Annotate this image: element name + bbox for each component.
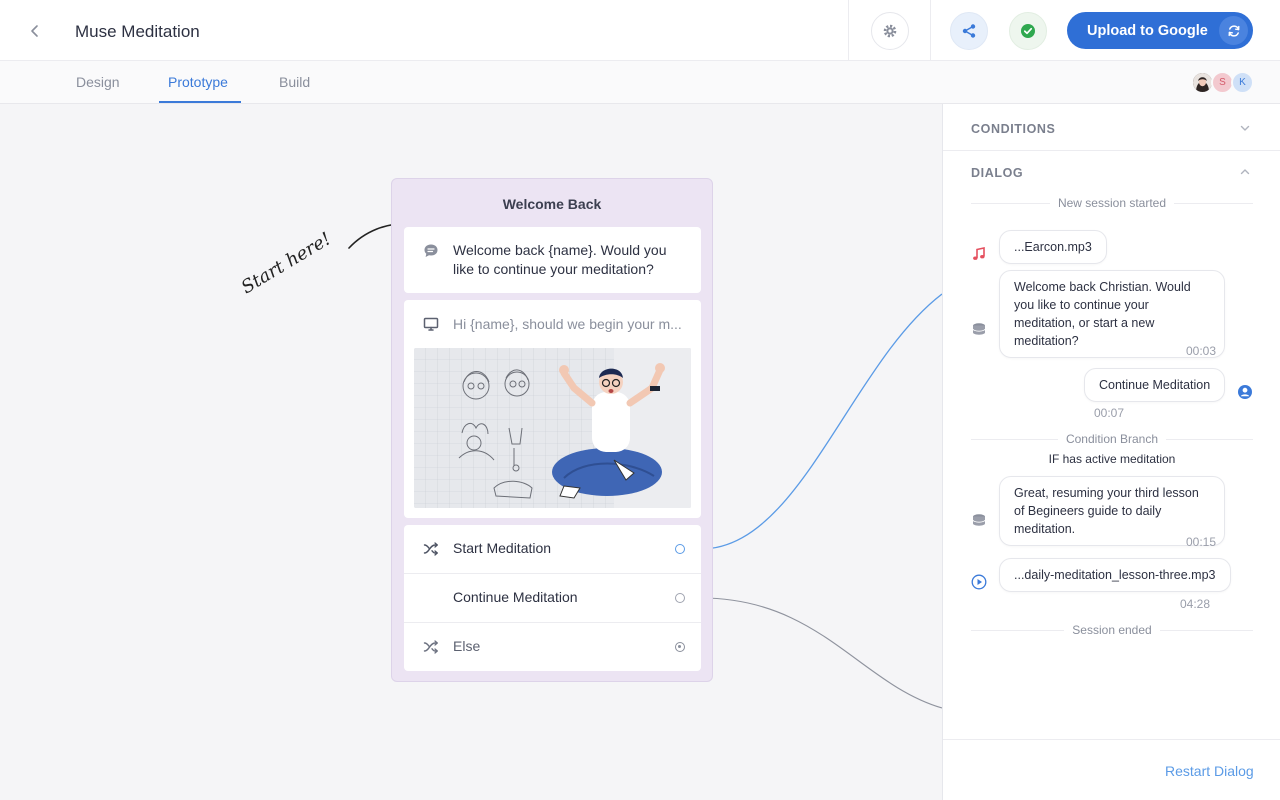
top-bar: Muse Meditation Upload to Google	[0, 0, 1280, 61]
session-ended-text: Session ended	[1064, 623, 1160, 637]
chevron-down-icon[interactable]	[1239, 122, 1251, 134]
chevron-up-icon[interactable]	[1239, 166, 1251, 178]
choice-label: Continue Meditation	[453, 589, 578, 605]
message-bubble[interactable]: ...daily-meditation_lesson-three.mp3	[999, 558, 1231, 592]
message-bubble[interactable]: ...Earcon.mp3	[999, 230, 1107, 264]
restart-dialog-button[interactable]: Restart Dialog	[1165, 763, 1254, 779]
visual-block[interactable]: Hi {name}, should we begin your m...	[404, 300, 701, 518]
share-button[interactable]	[950, 12, 988, 50]
choice-start-meditation[interactable]: Start Meditation	[404, 525, 701, 573]
avatar[interactable]: K	[1231, 71, 1254, 94]
back-button[interactable]	[26, 22, 44, 40]
choice-else[interactable]: Else	[404, 622, 701, 670]
speech-block[interactable]: Welcome back {name}. Would you like to c…	[404, 227, 701, 293]
user-photo-icon	[1193, 73, 1212, 92]
shuffle-icon	[423, 542, 438, 556]
user-message-bubble[interactable]: Continue Meditation	[1084, 368, 1226, 402]
speech-bubble-icon	[424, 244, 438, 257]
settings-button[interactable]	[871, 12, 909, 50]
conditions-section-title[interactable]: CONDITIONS	[971, 122, 1055, 136]
app-title: Muse Meditation	[75, 22, 200, 41]
user-icon	[1238, 385, 1252, 399]
chevron-left-icon	[31, 25, 38, 37]
dialog-panel: CONDITIONS DIALOG New session started ..…	[942, 104, 1280, 800]
tab-bar: Design Prototype Build S K	[0, 61, 1280, 104]
welcome-back-node[interactable]: Welcome Back Welcome back {name}. Would …	[391, 178, 713, 682]
meditation-illustration	[414, 348, 691, 508]
dialog-section-title[interactable]: DIALOG	[971, 166, 1023, 180]
flow-canvas[interactable]: Start here! Welcome Back Welcome back {n…	[0, 104, 942, 800]
divider	[848, 0, 849, 61]
message-time: 00:15	[1186, 535, 1217, 549]
wire-continue-meditation	[700, 597, 942, 709]
upload-label: Upload to Google	[1087, 22, 1208, 39]
active-tab-indicator	[159, 101, 241, 103]
connection-port[interactable]	[675, 642, 685, 652]
sync-icon	[1228, 24, 1239, 37]
speaker-icon	[972, 323, 986, 335]
session-started-text: New session started	[1049, 196, 1175, 210]
status-button[interactable]	[1009, 12, 1047, 50]
node-title: Welcome Back	[502, 196, 602, 212]
condition-branch-text: Condition Branch	[1057, 432, 1167, 446]
port-dot	[678, 645, 681, 648]
gear-icon	[883, 24, 897, 38]
music-note-icon	[973, 247, 985, 260]
display-text: Hi {name}, should we begin your m...	[453, 316, 682, 332]
monitor-icon	[423, 317, 439, 331]
speaker-icon	[972, 514, 986, 526]
annotation-text: Start here!	[238, 228, 335, 298]
wire-start-meditation	[700, 293, 942, 550]
choice-continue-meditation[interactable]: Continue Meditation	[404, 573, 701, 621]
session-started-note: New session started	[971, 196, 1253, 210]
connection-port[interactable]	[675, 593, 685, 603]
choices-block: Start Meditation Continue Meditation Els…	[404, 525, 701, 671]
shuffle-crossed-icon	[423, 640, 438, 654]
divider	[943, 150, 1280, 151]
tab-build[interactable]: Build	[279, 74, 310, 90]
upload-to-google-button[interactable]: Upload to Google	[1067, 12, 1253, 49]
choice-label: Else	[453, 638, 481, 654]
message-time: 00:03	[1186, 344, 1217, 358]
check-circle-icon	[1021, 24, 1035, 38]
message-time: 04:28	[1180, 597, 1211, 611]
divider	[943, 739, 1280, 740]
condition-branch-label: Condition Branch	[971, 432, 1253, 446]
connection-port[interactable]	[675, 544, 685, 554]
tab-design[interactable]: Design	[76, 74, 120, 90]
tab-prototype[interactable]: Prototype	[168, 74, 228, 90]
share-icon	[962, 24, 976, 38]
meditation-illustration-art	[414, 348, 691, 508]
speech-text: Welcome back {name}. Would you like to c…	[453, 242, 667, 277]
condition-text: IF has active meditation	[1048, 452, 1176, 466]
message-time: 00:07	[1094, 406, 1125, 420]
choice-label: Start Meditation	[453, 540, 552, 556]
sync-button[interactable]	[1219, 16, 1248, 45]
session-ended-note: Session ended	[971, 623, 1253, 637]
play-circle-icon	[971, 574, 987, 590]
divider	[930, 0, 931, 61]
